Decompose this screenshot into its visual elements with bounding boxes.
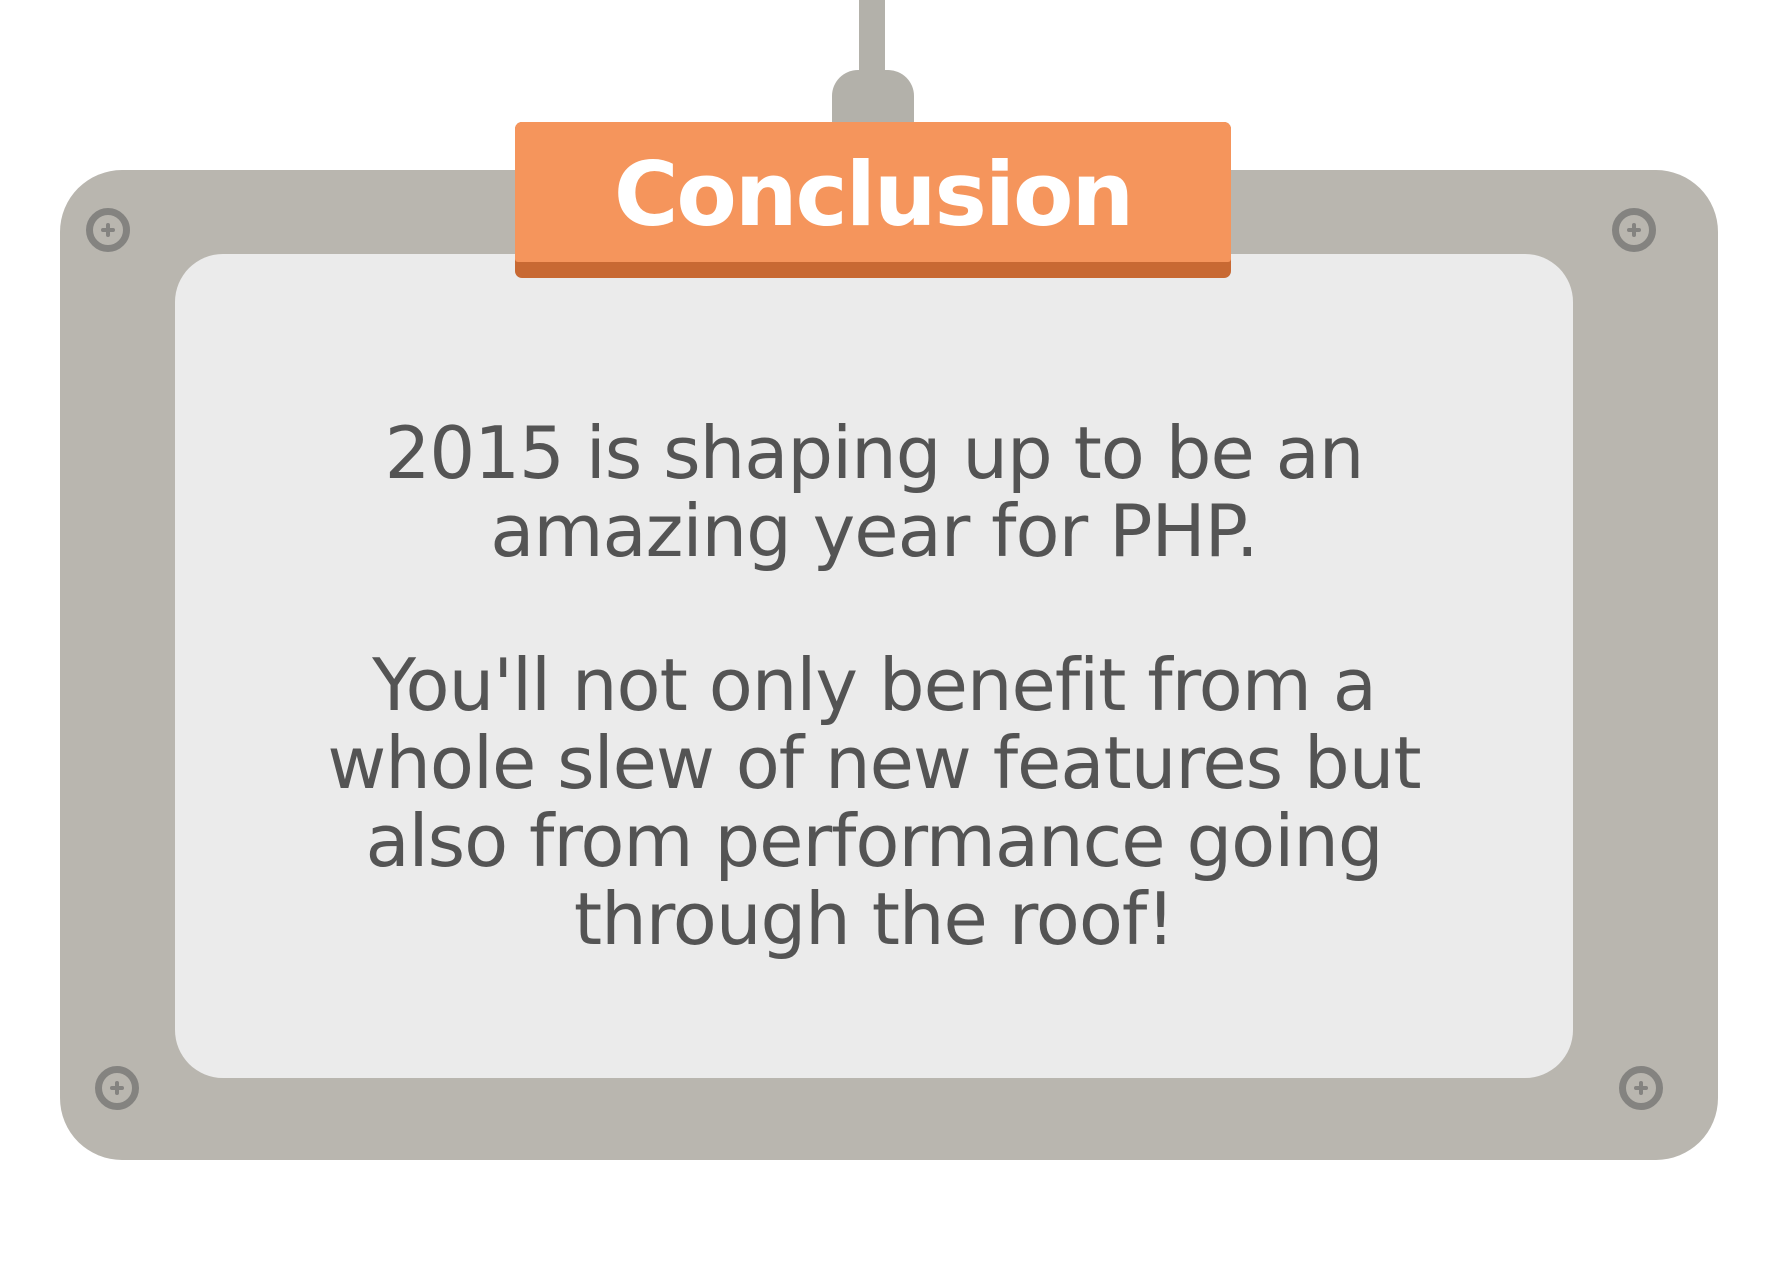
screw-icon [1619,1066,1663,1110]
screw-icon [95,1066,139,1110]
conclusion-sign: 2015 is shaping up to be an amazing year… [0,0,1784,1266]
paragraph-2: You'll not only benefit from a whole sle… [327,643,1421,961]
paragraph-1: 2015 is shaping up to be an amazing year… [384,411,1365,573]
title-plate-face: Conclusion [515,122,1231,262]
content-panel: 2015 is shaping up to be an amazing year… [175,254,1573,1078]
screw-icon [86,208,130,252]
title-plate: Conclusion [515,122,1231,278]
body-text: 2015 is shaping up to be an amazing year… [275,414,1473,958]
page-title: Conclusion [613,143,1134,246]
screw-icon [1612,208,1656,252]
rod-mount [832,70,914,122]
